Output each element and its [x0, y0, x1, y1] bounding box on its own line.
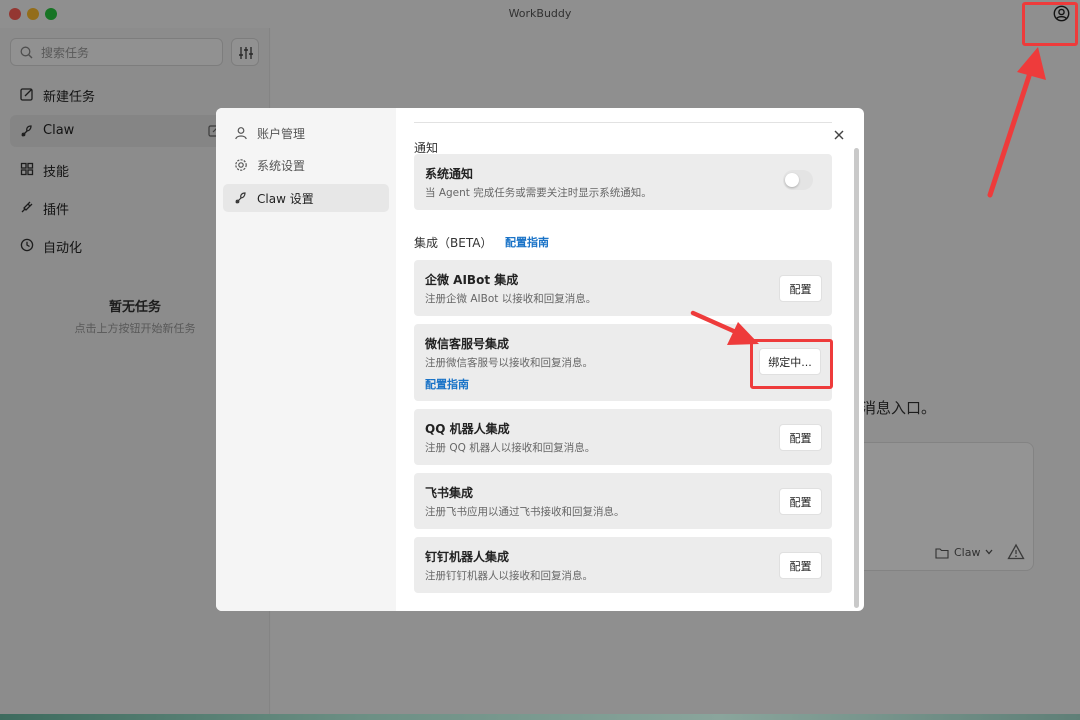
arrow-to-account-icon [987, 47, 1046, 198]
arrow-to-binding-button [690, 310, 759, 345]
annotation-arrows [690, 47, 1046, 345]
desktop-background [0, 714, 1080, 720]
app-window: WorkBuddy 搜索任务 新建任务 Claw 技能 插件 自动化 暂无任务 … [0, 0, 1080, 714]
